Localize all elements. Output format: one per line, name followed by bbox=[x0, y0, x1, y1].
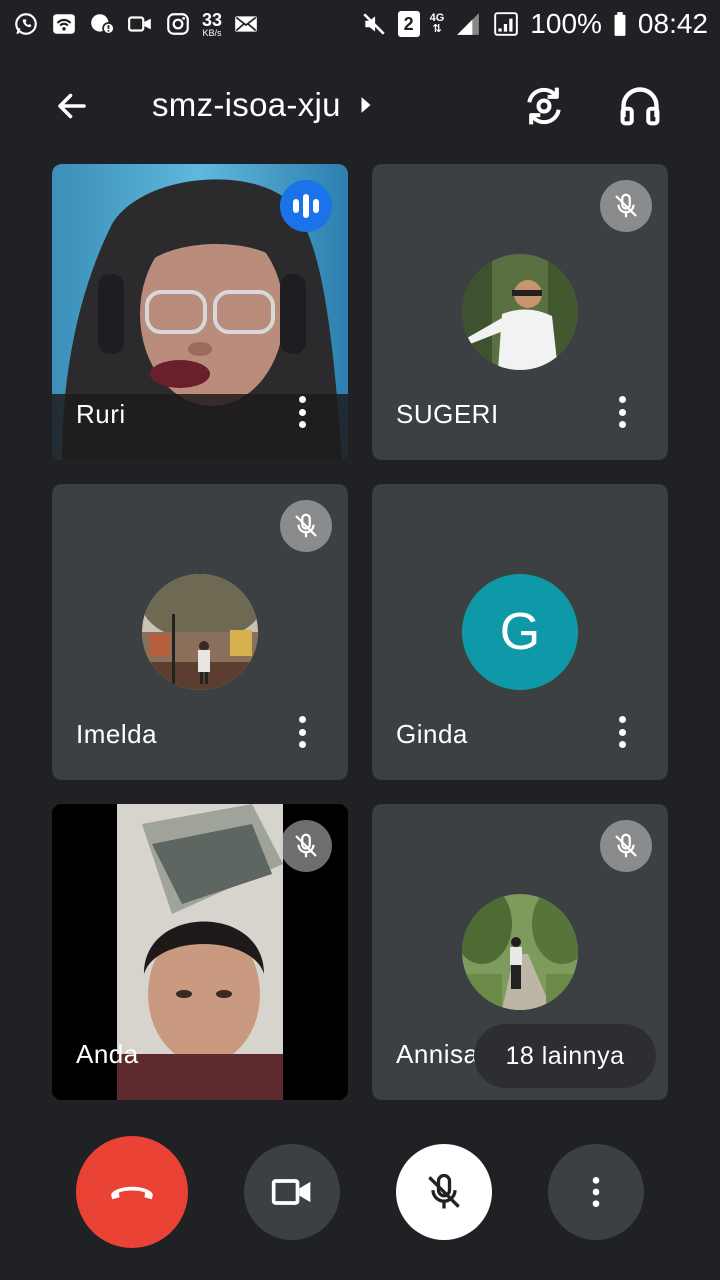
mic-off-icon bbox=[615, 193, 637, 218]
mic-off-icon bbox=[428, 1173, 460, 1209]
signal-icon bbox=[492, 10, 520, 38]
sim-slot-badge: 2 bbox=[397, 11, 420, 37]
participant-name: SUGERI bbox=[396, 399, 499, 429]
speaking-indicator bbox=[280, 180, 332, 232]
participant-avatar bbox=[142, 574, 258, 690]
network-speed-unit: KB/s bbox=[202, 27, 222, 38]
mic-off-badge bbox=[280, 820, 332, 872]
participant-tile[interactable]: Anda bbox=[52, 804, 348, 1100]
mic-off-badge bbox=[600, 820, 652, 872]
email-icon bbox=[232, 10, 260, 38]
status-bar-right: 2 4G ⇅ 100% 08:42 bbox=[360, 8, 708, 40]
wifi-icon bbox=[50, 10, 78, 38]
back-button[interactable] bbox=[44, 80, 100, 132]
network-type: 4G ⇅ bbox=[430, 13, 445, 35]
participant-tile[interactable]: Imelda bbox=[52, 484, 348, 780]
network-speed-value: 33 bbox=[202, 9, 223, 30]
participant-name: Imelda bbox=[76, 719, 158, 749]
participant-name: Ginda bbox=[396, 719, 468, 749]
more-participants-button[interactable]: 18 lainnya bbox=[474, 1024, 656, 1088]
mic-toggle-button[interactable] bbox=[396, 1144, 492, 1240]
participant-options-button[interactable] bbox=[610, 714, 634, 750]
mic-off-badge bbox=[280, 500, 332, 552]
headphones-icon bbox=[620, 87, 660, 126]
audio-output-button[interactable] bbox=[610, 76, 670, 136]
instagram-icon bbox=[164, 10, 192, 38]
participant-tile[interactable]: G Ginda bbox=[372, 484, 668, 780]
mic-off-icon bbox=[615, 833, 637, 858]
mute-icon bbox=[360, 10, 388, 38]
whatsapp-icon bbox=[12, 10, 40, 38]
more-vert-icon bbox=[592, 1177, 600, 1207]
meeting-code: smz-isoa-xju bbox=[152, 86, 341, 123]
messenger-icon bbox=[88, 10, 116, 38]
meeting-title-button[interactable]: smz-isoa-xju bbox=[152, 82, 373, 128]
battery-icon bbox=[612, 10, 628, 38]
participant-avatar bbox=[462, 254, 578, 370]
status-bar-left: 33 KB/s bbox=[12, 10, 260, 38]
participant-tile[interactable]: SUGERI bbox=[372, 164, 668, 460]
end-call-icon bbox=[111, 1186, 153, 1200]
switch-camera-icon bbox=[527, 87, 561, 125]
participant-name: Ruri bbox=[76, 399, 126, 429]
signal-icon bbox=[454, 10, 482, 38]
back-arrow-icon bbox=[58, 93, 86, 119]
data-arrows-icon: ⇅ bbox=[432, 23, 442, 35]
participant-options-button[interactable] bbox=[290, 714, 314, 750]
more-options-button[interactable] bbox=[548, 1144, 644, 1240]
mic-off-icon bbox=[295, 513, 317, 538]
battery-percent: 100% bbox=[530, 8, 602, 39]
chevron-right-icon bbox=[361, 97, 371, 113]
meeting-header: smz-isoa-xju bbox=[0, 60, 720, 150]
clock: 08:42 bbox=[637, 8, 708, 39]
participant-tile[interactable]: Ruri bbox=[52, 164, 348, 460]
participant-options-button[interactable] bbox=[290, 394, 314, 430]
mic-off-icon bbox=[295, 833, 317, 858]
network-speed: 33 KB/s bbox=[202, 11, 222, 38]
participant-options-button[interactable] bbox=[610, 394, 634, 430]
status-bar: 33 KB/s 2 4G ⇅ 100% 08:42 bbox=[0, 0, 720, 48]
participant-name: Annisa bbox=[396, 1039, 479, 1069]
mic-off-badge bbox=[600, 180, 652, 232]
video-call-icon bbox=[126, 10, 154, 38]
camera-toggle-button[interactable] bbox=[244, 1144, 340, 1240]
switch-camera-button[interactable] bbox=[514, 76, 574, 136]
participant-letter-avatar: G bbox=[462, 574, 578, 690]
participant-name: Anda bbox=[76, 1039, 139, 1069]
end-call-button[interactable] bbox=[76, 1136, 188, 1248]
participant-avatar bbox=[462, 894, 578, 1010]
camera-icon bbox=[271, 1179, 311, 1205]
